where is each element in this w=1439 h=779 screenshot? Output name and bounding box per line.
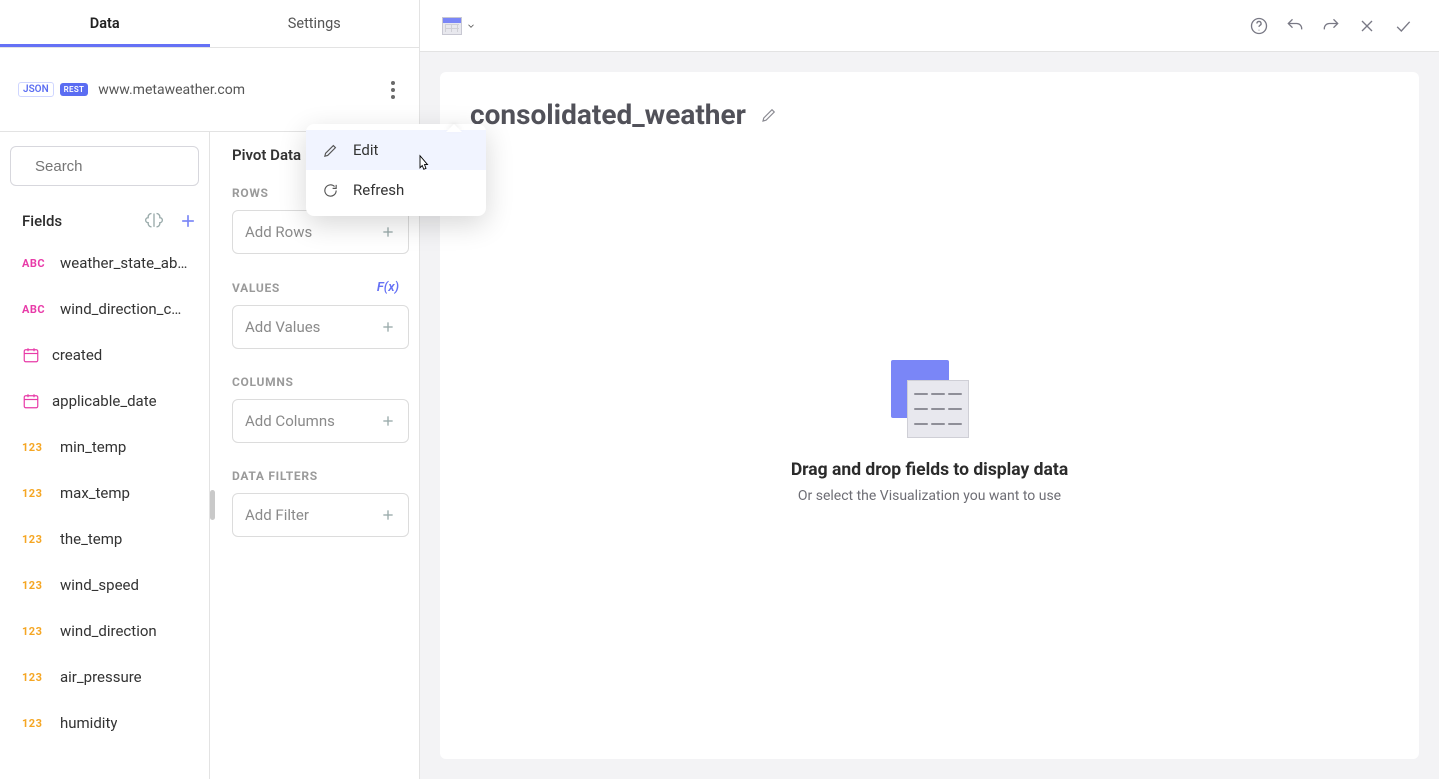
type-123-icon: 123 bbox=[22, 579, 48, 592]
field-item[interactable]: 123 the_temp bbox=[0, 516, 209, 562]
plus-icon bbox=[380, 413, 396, 429]
filters-label: DATA FILTERS bbox=[232, 469, 409, 483]
field-name: min_temp bbox=[60, 438, 126, 456]
close-button[interactable] bbox=[1349, 8, 1385, 44]
right-area: consolidated_weather Drag and d bbox=[420, 0, 1439, 779]
menu-refresh[interactable]: Refresh bbox=[306, 170, 486, 210]
tab-settings[interactable]: Settings bbox=[210, 0, 420, 47]
field-name: applicable_date bbox=[52, 392, 157, 410]
columns-placeholder: Add Columns bbox=[245, 412, 335, 430]
topbar bbox=[420, 0, 1439, 52]
help-button[interactable] bbox=[1241, 8, 1277, 44]
fields-header-label: Fields bbox=[22, 212, 62, 230]
type-123-icon: 123 bbox=[22, 441, 48, 454]
add-field-button[interactable] bbox=[177, 210, 199, 232]
field-item[interactable]: 123 min_temp bbox=[0, 424, 209, 470]
field-item[interactable]: 123 wind_speed bbox=[0, 562, 209, 608]
field-item[interactable]: 123 humidity bbox=[0, 700, 209, 746]
field-item[interactable]: 123 wind_direction bbox=[0, 608, 209, 654]
columns-label: COLUMNS bbox=[232, 375, 409, 389]
values-placeholder: Add Values bbox=[245, 318, 320, 336]
field-name: wind_direction_c… bbox=[60, 300, 181, 318]
type-123-icon: 123 bbox=[22, 625, 48, 638]
type-123-icon: 123 bbox=[22, 671, 48, 684]
datasource-row: JSON REST www.metaweather.com bbox=[0, 48, 419, 132]
canvas: consolidated_weather Drag and d bbox=[440, 72, 1419, 759]
edit-title-button[interactable] bbox=[760, 106, 778, 124]
brain-icon[interactable] bbox=[143, 210, 165, 232]
left-panel: Data Settings JSON REST www.metaweather.… bbox=[0, 0, 420, 779]
field-list: ABC weather_state_ab… ABC wind_direction_c… bbox=[0, 240, 209, 746]
rows-placeholder: Add Rows bbox=[245, 223, 312, 241]
pencil-icon bbox=[760, 106, 778, 124]
empty-title: Drag and drop fields to display data bbox=[791, 460, 1068, 480]
rows-dropzone[interactable]: Add Rows bbox=[232, 210, 409, 254]
redo-button[interactable] bbox=[1313, 8, 1349, 44]
field-item[interactable]: ABC wind_direction_c… bbox=[0, 286, 209, 332]
empty-subtitle: Or select the Visualization you want to … bbox=[798, 488, 1061, 504]
redo-icon bbox=[1321, 16, 1341, 36]
search-field[interactable] bbox=[35, 158, 210, 175]
type-123-icon: 123 bbox=[22, 717, 48, 730]
field-name: air_pressure bbox=[60, 668, 142, 686]
calendar-icon bbox=[22, 392, 40, 410]
chevron-down-icon bbox=[466, 21, 476, 31]
datasource-context-menu: Edit Refresh bbox=[306, 124, 486, 216]
values-dropzone[interactable]: Add Values bbox=[232, 305, 409, 349]
values-label: VALUES bbox=[232, 281, 280, 295]
field-item[interactable]: created bbox=[0, 332, 209, 378]
visualization-selector[interactable] bbox=[438, 13, 480, 39]
pivot-pane: Pivot Data ROWS Add Rows VALUES F(x) Add… bbox=[210, 132, 419, 779]
filters-placeholder: Add Filter bbox=[245, 506, 309, 524]
datasource-menu-button[interactable] bbox=[381, 75, 405, 105]
cursor-icon bbox=[414, 154, 432, 174]
undo-icon bbox=[1285, 16, 1305, 36]
table-viz-icon bbox=[442, 17, 462, 35]
refresh-icon bbox=[322, 182, 339, 199]
badge-json-icon: JSON bbox=[18, 82, 54, 97]
type-123-icon: 123 bbox=[22, 487, 48, 500]
plus-icon bbox=[380, 224, 396, 240]
empty-state: Drag and drop fields to display data Or … bbox=[470, 131, 1389, 733]
filters-dropzone[interactable]: Add Filter bbox=[232, 493, 409, 537]
field-name: the_temp bbox=[60, 530, 122, 548]
pencil-icon bbox=[322, 142, 339, 159]
fx-button[interactable]: F(x) bbox=[377, 280, 399, 295]
field-name: humidity bbox=[60, 714, 117, 732]
help-icon bbox=[1249, 16, 1269, 36]
type-123-icon: 123 bbox=[22, 533, 48, 546]
search-input[interactable] bbox=[10, 146, 199, 186]
undo-button[interactable] bbox=[1277, 8, 1313, 44]
fields-pane: Fields ABC weather_state_ab… ABC wind_dire… bbox=[0, 132, 210, 779]
type-abc-icon: ABC bbox=[22, 303, 48, 316]
columns-dropzone[interactable]: Add Columns bbox=[232, 399, 409, 443]
field-item[interactable]: ABC weather_state_ab… bbox=[0, 240, 209, 286]
empty-graphic-icon bbox=[891, 360, 969, 438]
calendar-icon bbox=[22, 346, 40, 364]
datasource-name: www.metaweather.com bbox=[98, 82, 245, 98]
tabstrip: Data Settings bbox=[0, 0, 419, 48]
check-icon bbox=[1393, 16, 1413, 36]
field-item[interactable]: 123 max_temp bbox=[0, 470, 209, 516]
menu-edit-label: Edit bbox=[353, 141, 378, 159]
scrollbar-thumb[interactable] bbox=[210, 490, 215, 520]
field-name: weather_state_ab… bbox=[60, 254, 187, 272]
plus-icon bbox=[380, 507, 396, 523]
badge-rest-icon: REST bbox=[60, 83, 89, 96]
confirm-button[interactable] bbox=[1385, 8, 1421, 44]
field-name: wind_speed bbox=[60, 576, 139, 594]
type-abc-icon: ABC bbox=[22, 257, 48, 270]
field-item[interactable]: applicable_date bbox=[0, 378, 209, 424]
field-item[interactable]: 123 air_pressure bbox=[0, 654, 209, 700]
menu-edit[interactable]: Edit bbox=[306, 130, 486, 170]
field-name: wind_direction bbox=[60, 622, 157, 640]
page-title: consolidated_weather bbox=[470, 98, 746, 131]
field-name: created bbox=[52, 346, 102, 364]
tab-data[interactable]: Data bbox=[0, 0, 210, 47]
menu-refresh-label: Refresh bbox=[353, 181, 404, 199]
plus-icon bbox=[380, 319, 396, 335]
field-name: max_temp bbox=[60, 484, 130, 502]
close-icon bbox=[1357, 16, 1377, 36]
